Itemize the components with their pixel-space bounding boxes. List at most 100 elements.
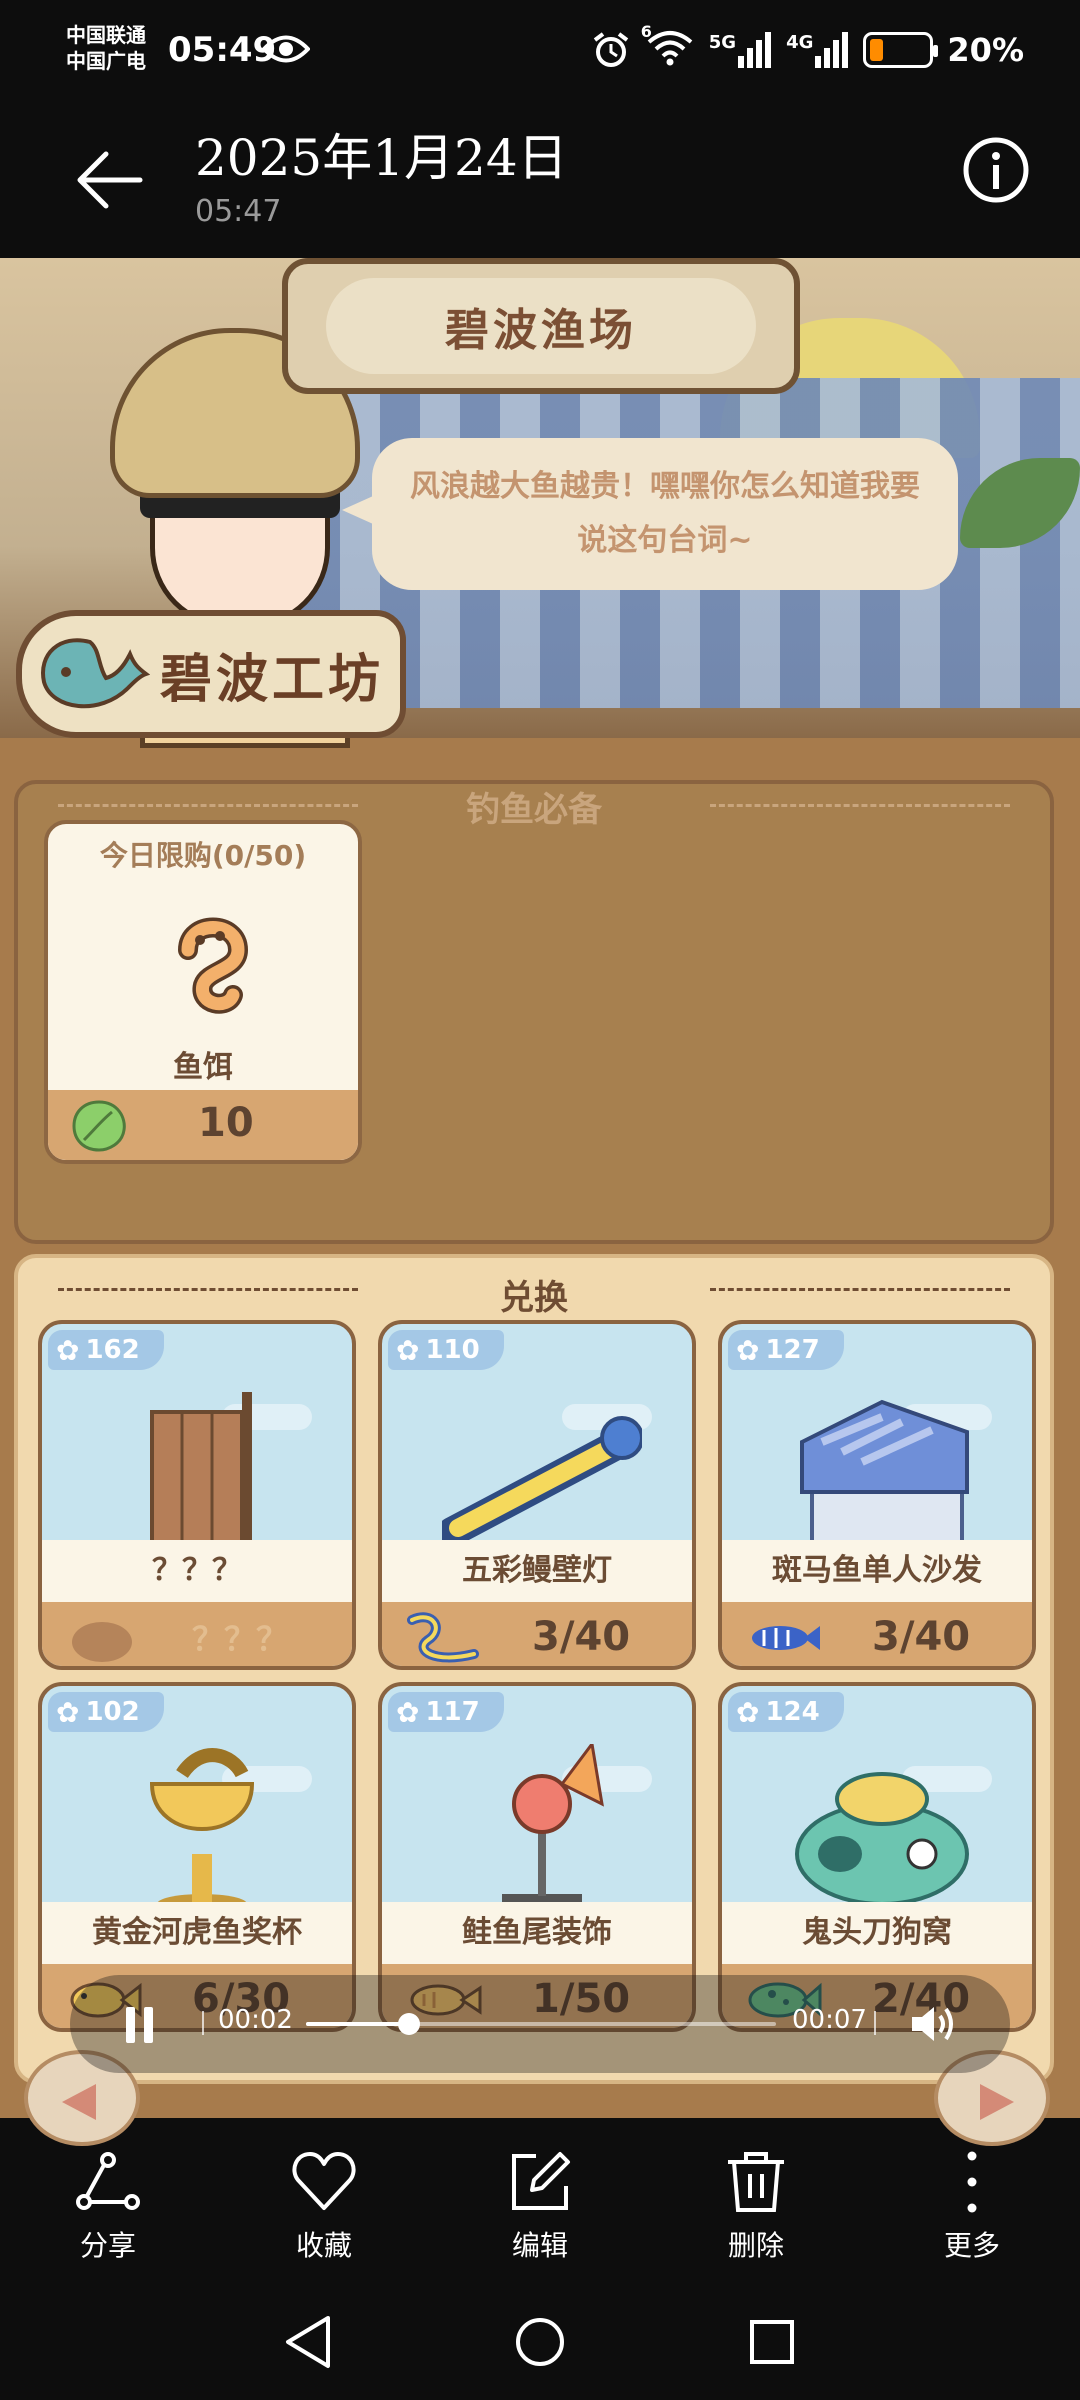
- photo-time: 05:47: [195, 194, 282, 229]
- cost-row: 3/40: [722, 1602, 1032, 1666]
- signal-bars-icon: [738, 32, 772, 68]
- fish-dog-bed-icon: [795, 1772, 969, 1906]
- workshop-label: 碧波工坊: [16, 610, 406, 738]
- points-value: 117: [425, 1697, 480, 1727]
- nav-recents-icon[interactable]: [746, 2314, 798, 2370]
- status-bar: 中国联通 中国广电 05:49 6 5G 4G 20%: [0, 0, 1080, 110]
- price-row: 10: [48, 1090, 358, 1160]
- battery-icon: [863, 32, 939, 68]
- worm-bait-icon: [178, 917, 249, 1014]
- exchange-card-unknown[interactable]: ✿ 162 ？？？ ？？？: [38, 1320, 356, 1670]
- heart-icon: [292, 2152, 356, 2210]
- cost-row: ？？？: [42, 1602, 352, 1666]
- seek-handle[interactable]: [398, 2013, 421, 2035]
- flower-icon: ✿: [736, 1695, 760, 1729]
- carrier-info: 中国联通 中国广电: [66, 22, 146, 74]
- points-value: 162: [85, 1335, 140, 1365]
- share-icon: [76, 2152, 140, 2210]
- bait-shop-card[interactable]: 今日限购(0/50) 鱼饵 10: [44, 820, 362, 1164]
- item-name: 五彩鳗壁灯: [382, 1540, 692, 1602]
- unknown-silhouette-icon: [72, 1622, 132, 1662]
- video-controls: 00:02 00:07: [70, 1975, 1010, 2073]
- current-time: 00:02: [218, 2005, 293, 2035]
- carrier-2: 中国广电: [66, 49, 146, 73]
- item-cost: ？？？: [192, 1620, 289, 1658]
- cost-row: 3/40: [382, 1602, 692, 1666]
- exchange-title: 兑换: [500, 1278, 568, 1318]
- points-badge: ✿ 127: [728, 1330, 844, 1370]
- eye-icon: [262, 35, 310, 63]
- exchange-card-zebra-sofa[interactable]: ✿ 127 斑马鱼单人沙发 3/40: [718, 1320, 1036, 1670]
- eel-icon: [407, 1612, 479, 1663]
- points-badge: ✿ 124: [728, 1692, 844, 1732]
- leaf-currency-icon: [72, 1100, 126, 1152]
- favorite-label: 收藏: [295, 2229, 352, 2262]
- status-time: 05:49: [168, 30, 277, 70]
- flower-icon: ✿: [396, 1695, 420, 1729]
- item-name: 黄金河虎鱼奖杯: [42, 1902, 352, 1964]
- item-name: ？？？: [42, 1540, 352, 1602]
- nav-home-icon[interactable]: [514, 2314, 566, 2370]
- signal-5g: 5G: [709, 32, 772, 68]
- daily-limit: 今日限购(0/50): [99, 839, 307, 872]
- screen-divider-icon: [150, 1392, 252, 1552]
- item-name: 鱼饵: [173, 1050, 233, 1085]
- total-time: 00:07: [792, 2005, 867, 2035]
- info-icon[interactable]: [960, 134, 1032, 206]
- item-cost: 3/40: [532, 1614, 631, 1660]
- back-arrow-icon[interactable]: [70, 140, 150, 220]
- fish-logo-icon: [41, 638, 150, 709]
- pause-icon[interactable]: [126, 2007, 156, 2043]
- points-badge: ✿ 102: [48, 1692, 164, 1732]
- nav-back-icon[interactable]: [282, 2314, 334, 2370]
- system-nav-bar: [0, 2286, 1080, 2400]
- edit-button[interactable]: 编辑: [460, 2118, 620, 2286]
- net-label-2: 4G: [786, 32, 814, 53]
- photo-date: 2025年1月24日: [195, 129, 568, 187]
- item-name: 斑马鱼单人沙发: [722, 1540, 1032, 1602]
- bottom-toolbar: 分享 收藏 编辑 删除 更多: [0, 2118, 1080, 2286]
- seek-bar[interactable]: [306, 2013, 776, 2035]
- favorite-button[interactable]: 收藏: [244, 2118, 404, 2286]
- video-frame[interactable]: 碧波渔场 风浪越大鱼越贵！嘿嘿你怎么知道我要说这句台词~ 碧波工坊 钓鱼必备 今…: [0, 258, 1080, 2118]
- arrow-left-icon: [62, 2084, 96, 2120]
- points-badge: ✿ 162: [48, 1330, 164, 1370]
- eel-lamp-icon: [442, 1416, 642, 1547]
- flower-icon: ✿: [736, 1333, 760, 1367]
- carrier-1: 中国联通: [66, 23, 146, 47]
- points-badge: ✿ 110: [388, 1330, 504, 1370]
- more-label: 更多: [943, 2229, 1000, 2262]
- seek-progress: [306, 2022, 410, 2026]
- battery-percent: 20%: [947, 31, 1024, 69]
- time-separator: [202, 2011, 204, 2035]
- net-label-1: 5G: [708, 32, 737, 53]
- banner-title: 碧波渔场: [326, 278, 756, 374]
- more-button[interactable]: 更多: [892, 2118, 1052, 2286]
- delete-label: 删除: [727, 2229, 784, 2262]
- flower-icon: ✿: [56, 1695, 80, 1729]
- share-label: 分享: [79, 2229, 136, 2262]
- time-separator: [874, 2011, 876, 2035]
- gallery-header: 2025年1月24日 05:47: [0, 110, 1080, 258]
- flower-icon: ✿: [396, 1333, 420, 1367]
- delete-button[interactable]: 删除: [676, 2118, 836, 2286]
- points-value: 110: [425, 1335, 480, 1365]
- signal-bars-icon: [815, 32, 849, 68]
- flower-icon: ✿: [56, 1333, 80, 1367]
- wifi-icon: [647, 31, 693, 66]
- share-button[interactable]: 分享: [28, 2118, 188, 2286]
- edit-label: 编辑: [511, 2229, 568, 2262]
- points-value: 124: [765, 1697, 820, 1727]
- banner-sign: 碧波渔场: [282, 258, 800, 394]
- trash-icon: [728, 2152, 784, 2212]
- volume-icon[interactable]: [908, 2003, 958, 2045]
- item-name: 鲑鱼尾装饰: [382, 1902, 692, 1964]
- signal-4g: 4G: [786, 32, 849, 68]
- workshop-name: 碧波工坊: [160, 649, 385, 710]
- wifi-indicator: 6: [641, 22, 695, 72]
- wifi-badge: 6: [640, 22, 652, 41]
- game-scene: 碧波渔场 风浪越大鱼越贵！嘿嘿你怎么知道我要说这句台词~ 碧波工坊: [0, 258, 1080, 748]
- exchange-card-eel-lamp[interactable]: ✿ 110 五彩鳗壁灯 3/40: [378, 1320, 696, 1670]
- arrow-right-icon: [980, 2084, 1014, 2120]
- item-price: 10: [198, 1100, 254, 1146]
